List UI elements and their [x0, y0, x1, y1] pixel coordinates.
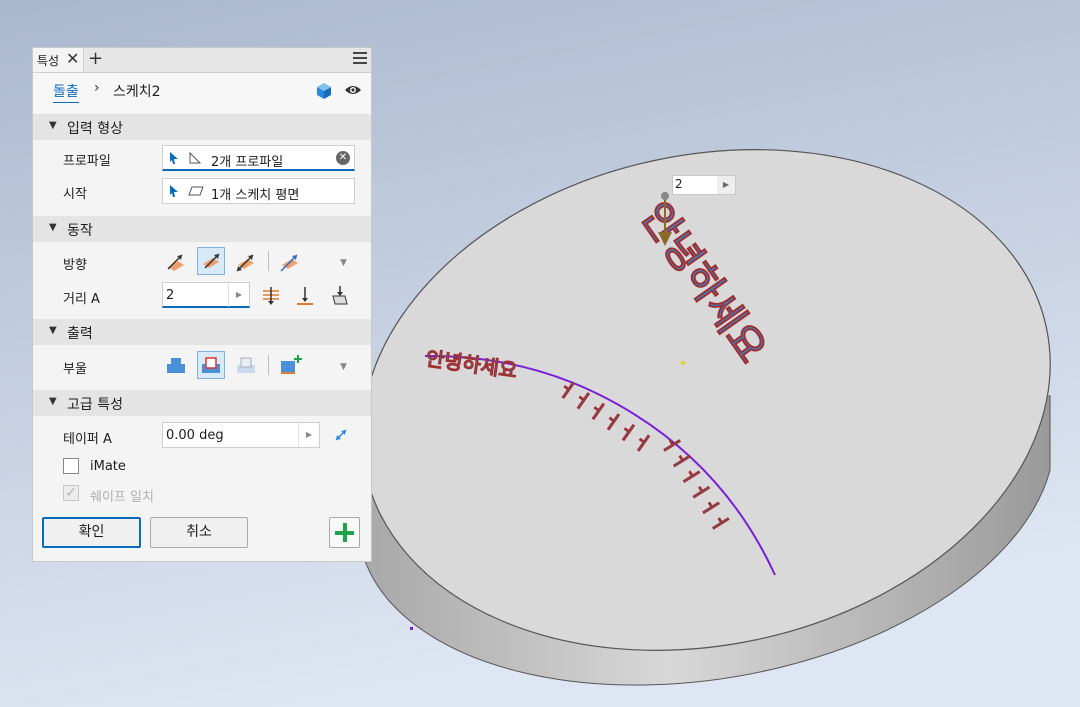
direction-dropdown-icon[interactable]: ▼ — [340, 258, 347, 268]
separator — [268, 355, 269, 375]
direction-symmetric-button[interactable] — [232, 247, 260, 275]
clear-selection-icon[interactable]: ✕ — [336, 151, 350, 165]
section-behavior-title: 동작 — [67, 223, 93, 239]
select-arrow-icon — [170, 185, 178, 197]
boolean-intersect-button[interactable] — [232, 351, 260, 379]
collapse-triangle-icon[interactable]: ▼ — [49, 325, 57, 336]
intersect-icon — [237, 357, 255, 373]
section-output[interactable]: ▼ 출력 — [33, 319, 371, 345]
cancel-button[interactable]: 취소 — [150, 517, 248, 548]
viewport-distance-value[interactable]: 2 — [675, 177, 683, 191]
boolean-dropdown-icon[interactable]: ▼ — [340, 362, 347, 372]
taper-input[interactable]: 0.00 deg ▶ — [162, 422, 320, 448]
boolean-label: 부울 — [63, 362, 87, 377]
properties-panel: 특성 ✕ + 돌출 › 스케치2 ▼ 입력 형상 프로파일 2개 프로파일 ✕ … — [32, 47, 372, 562]
tab-properties-label: 특성 — [37, 54, 60, 68]
start-value: 1개 스케치 평면 — [211, 188, 300, 203]
section-behavior[interactable]: ▼ 동작 — [33, 216, 371, 242]
separator — [268, 251, 269, 271]
profile-shape-icon — [189, 151, 202, 164]
section-input-shape-title: 입력 형상 — [67, 121, 123, 137]
start-selector[interactable]: 1개 스케치 평면 — [162, 178, 355, 204]
viewport-distance-input[interactable]: 2 ▶ — [672, 175, 736, 195]
plus-icon — [335, 523, 354, 542]
direction-asymmetric-icon — [280, 254, 298, 272]
origin-point — [681, 361, 685, 365]
apply-plus-button[interactable] — [329, 517, 360, 548]
sketch-point — [410, 627, 413, 630]
add-tab-icon[interactable]: + — [88, 48, 103, 69]
taper-arrow-icon[interactable]: ▶ — [298, 423, 319, 447]
distance-label: 거리 A — [63, 292, 100, 307]
direction-flipped-icon — [203, 253, 220, 269]
direction-default-button[interactable] — [162, 247, 190, 275]
breadcrumb-extrude-link[interactable]: 돌출 — [53, 81, 79, 103]
imate-label: iMate — [90, 459, 126, 474]
direction-symmetric-icon — [236, 254, 254, 272]
boolean-join-button[interactable] — [162, 351, 190, 379]
ok-button[interactable]: 확인 — [42, 517, 141, 548]
distance-to-button[interactable] — [257, 282, 285, 310]
hamburger-menu-icon[interactable] — [353, 52, 367, 64]
breadcrumb: 돌출 › 스케치2 — [33, 73, 371, 113]
viewport-distance-arrow-icon[interactable]: ▶ — [717, 176, 735, 194]
section-input-shape[interactable]: ▼ 입력 형상 — [33, 114, 371, 140]
boolean-cut-button[interactable] — [197, 351, 225, 379]
through-all-button[interactable] — [291, 282, 319, 310]
new-solid-button[interactable] — [276, 351, 304, 379]
cube-icon[interactable] — [314, 81, 334, 101]
taper-label: 테이퍼 A — [63, 432, 112, 447]
panel-tabbar: 특성 ✕ + — [33, 48, 371, 73]
join-icon — [167, 358, 185, 373]
flip-arrows-icon — [335, 429, 347, 441]
select-arrow-icon — [170, 152, 178, 164]
profile-label: 프로파일 — [63, 154, 111, 169]
collapse-triangle-icon[interactable]: ▼ — [49, 222, 57, 233]
match-shape-label: 쉐이프 일치 — [90, 490, 154, 505]
between-button[interactable] — [326, 282, 354, 310]
distance-to-icon — [263, 287, 279, 305]
chevron-right-icon: › — [94, 80, 100, 96]
collapse-triangle-icon[interactable]: ▼ — [49, 396, 57, 407]
breadcrumb-current: 스케치2 — [113, 84, 161, 100]
taper-flip-button[interactable] — [328, 422, 356, 450]
eye-icon[interactable] — [344, 83, 362, 97]
match-shape-checkbox: ✓ — [63, 485, 79, 501]
imate-checkbox[interactable] — [63, 458, 79, 474]
start-label: 시작 — [63, 187, 87, 202]
taper-value[interactable]: 0.00 deg — [166, 428, 224, 443]
section-advanced-title: 고급 특성 — [67, 397, 123, 413]
direction-label: 방향 — [63, 258, 87, 273]
profile-selector[interactable]: 2개 프로파일 ✕ — [162, 145, 355, 171]
profile-value: 2개 프로파일 — [211, 155, 284, 170]
tab-properties[interactable]: 특성 ✕ — [33, 48, 84, 72]
cut-icon — [202, 357, 220, 373]
close-icon[interactable]: ✕ — [66, 49, 79, 68]
distance-arrow-icon[interactable]: ▶ — [228, 283, 249, 307]
distance-input[interactable]: 2 ▶ — [162, 282, 250, 308]
direction-flipped-button[interactable] — [197, 247, 225, 275]
through-all-icon — [297, 287, 313, 305]
section-output-title: 출력 — [67, 326, 93, 342]
new-solid-icon — [281, 355, 302, 374]
sketch-plane-icon — [188, 186, 204, 196]
section-advanced[interactable]: ▼ 고급 특성 — [33, 390, 371, 416]
direction-asymmetric-button[interactable] — [276, 247, 304, 275]
direction-default-icon — [167, 254, 184, 271]
collapse-triangle-icon[interactable]: ▼ — [49, 120, 57, 131]
distance-value[interactable]: 2 — [166, 288, 174, 303]
between-icon — [332, 286, 348, 305]
